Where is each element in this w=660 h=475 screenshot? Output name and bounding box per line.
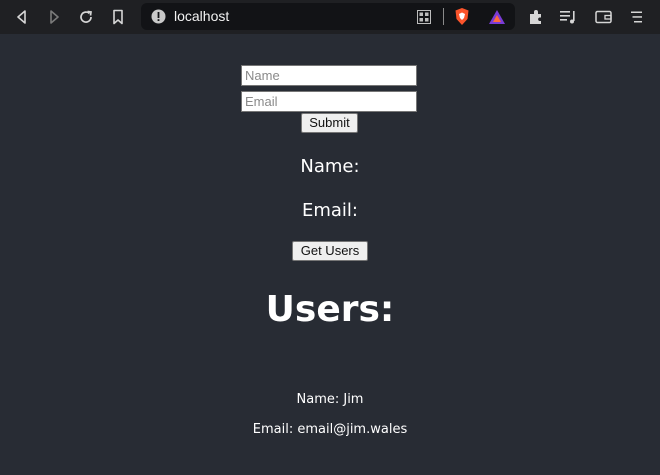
menu-icon[interactable] [625, 5, 649, 29]
site-info-icon[interactable] [151, 9, 166, 28]
qr-code-icon[interactable] [417, 9, 431, 28]
url-divider [443, 8, 444, 25]
email-preview-label: Email: [301, 200, 358, 221]
url-text[interactable]: localhost [174, 8, 229, 24]
reload-icon[interactable] [74, 5, 98, 29]
address-bar[interactable]: localhost [141, 3, 515, 30]
name-preview-label: Name: [300, 156, 360, 177]
name-input[interactable] [241, 65, 417, 86]
get-users-button[interactable]: Get Users [292, 241, 368, 261]
user-name: Name: Jim [296, 392, 364, 407]
users-heading: Users: [265, 289, 395, 330]
forward-icon[interactable] [42, 5, 66, 29]
media-playlist-icon[interactable] [557, 5, 581, 29]
user-email: Email: email@jim.wales [252, 422, 408, 437]
email-input[interactable] [241, 91, 417, 112]
page-content: Submit Name: Email: Get Users Users: Nam… [0, 34, 660, 475]
submit-button[interactable]: Submit [301, 113, 358, 133]
extensions-icon[interactable] [524, 5, 548, 29]
brave-rewards-icon[interactable] [488, 9, 506, 29]
browser-toolbar: localhost [0, 0, 660, 34]
back-icon[interactable] [10, 5, 34, 29]
wallet-icon[interactable] [591, 5, 615, 29]
bookmark-icon[interactable] [106, 5, 130, 29]
brave-shields-icon[interactable] [454, 7, 470, 30]
